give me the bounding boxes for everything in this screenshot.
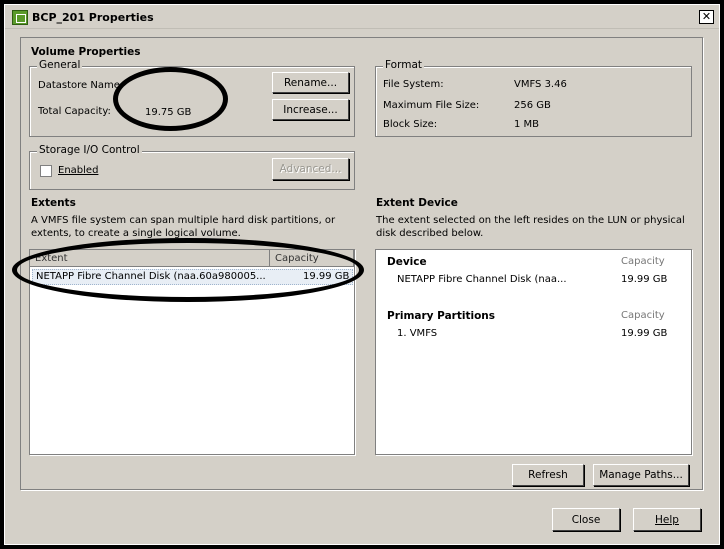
- extent-device-panel: Device Capacity NETAPP Fibre Channel Dis…: [375, 249, 692, 455]
- manage-paths-button[interactable]: Manage Paths...: [593, 464, 689, 486]
- extent-device-description: The extent selected on the left resides …: [376, 215, 685, 239]
- window-title: BCP_201 Properties: [32, 11, 154, 24]
- device-name: NETAPP Fibre Channel Disk (naa...: [397, 274, 567, 285]
- refresh-button[interactable]: Refresh: [512, 464, 584, 486]
- close-button[interactable]: Close: [552, 508, 620, 531]
- datastore-app-icon: [12, 10, 28, 25]
- title-bar[interactable]: BCP_201 Properties ✕: [5, 5, 719, 29]
- file-system-label: File System:: [383, 79, 444, 90]
- general-legend: General: [37, 59, 83, 71]
- enabled-label[interactable]: Enabled: [58, 165, 98, 176]
- storage-io-control-group: Storage I/O Control Enabled Advanced...: [29, 144, 355, 190]
- rename-button[interactable]: Rename...: [272, 72, 349, 93]
- format-legend: Format: [383, 59, 425, 71]
- help-button[interactable]: Help: [633, 508, 701, 531]
- format-group: Format File System: VMFS 3.46 Maximum Fi…: [375, 59, 692, 137]
- advanced-button: Advanced...: [272, 158, 349, 180]
- block-size-label: Block Size:: [383, 119, 438, 130]
- max-file-size-value: 256 GB: [514, 100, 551, 111]
- capacity-annotation-ellipse: [113, 67, 228, 131]
- partition-capacity: 19.99 GB: [621, 328, 668, 339]
- device-header: Device: [387, 256, 427, 268]
- storage-io-legend: Storage I/O Control: [37, 144, 142, 156]
- file-system-value: VMFS 3.46: [514, 79, 567, 90]
- extent-device-title: Extent Device: [376, 197, 458, 209]
- block-size-value: 1 MB: [514, 119, 540, 130]
- device-capacity: 19.99 GB: [621, 274, 668, 285]
- extents-title: Extents: [31, 197, 76, 209]
- primary-partitions-header: Primary Partitions: [387, 310, 496, 322]
- extents-description: A VMFS file system can span multiple har…: [31, 215, 336, 239]
- total-capacity-label: Total Capacity:: [38, 106, 111, 117]
- partition-capacity-header: Capacity: [621, 310, 665, 321]
- volume-properties-title: Volume Properties: [31, 46, 141, 58]
- close-window-icon[interactable]: ✕: [699, 10, 714, 24]
- enabled-checkbox[interactable]: [40, 165, 52, 177]
- extent-annotation-ellipse: [12, 238, 364, 302]
- max-file-size-label: Maximum File Size:: [383, 100, 480, 111]
- datastore-name-label: Datastore Name:: [38, 80, 124, 91]
- increase-button[interactable]: Increase...: [272, 99, 349, 120]
- device-capacity-header: Capacity: [621, 256, 665, 267]
- partition-name: 1. VMFS: [397, 328, 438, 339]
